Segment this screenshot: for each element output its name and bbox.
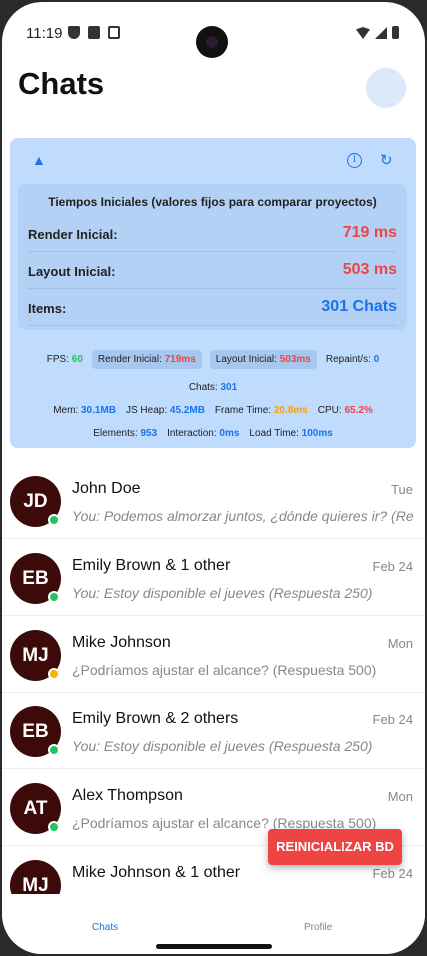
timing-label: Render Inicial: (28, 227, 118, 242)
status-time: 11:19 (26, 25, 63, 42)
page-title: Chats (18, 66, 105, 101)
chat-name: Emily Brown & 1 other (72, 557, 231, 574)
chat-preview: You: Podemos almorzar juntos, ¿dónde qui… (72, 508, 414, 524)
reset-database-button[interactable]: REINICIALIZAR BD (268, 829, 402, 865)
app-screen: 11:19 Chats ▲ i ↻ Tiempos Iniciales (val… (2, 2, 425, 954)
timing-value: 301 Chats (321, 298, 397, 315)
collapse-icon[interactable]: ▲ (32, 152, 46, 168)
timing-label: Items: (28, 301, 67, 316)
shield-icon (68, 26, 80, 39)
loadtime-metric: Load Time: 100ms (249, 428, 333, 439)
chat-time: Mon (387, 636, 413, 651)
timing-value: 503 ms (342, 261, 397, 278)
timing-row-items: Items: 301 Chats (28, 290, 397, 326)
timing-card-title: Tiempos Iniciales (valores fijos para co… (48, 195, 377, 209)
profile-avatar[interactable] (366, 68, 406, 108)
chat-name: Mike Johnson & 1 other (72, 864, 241, 881)
layout-metric: Layout Inicial: 503ms (209, 350, 317, 369)
chat-name: Mike Johnson (72, 634, 171, 651)
chat-time: Feb 24 (372, 866, 413, 881)
tab-chats[interactable]: Chats (92, 922, 118, 933)
status-icons-right (356, 26, 399, 39)
memory-metric: Mem: 30.1MB (53, 405, 116, 416)
presence-indicator (48, 514, 60, 526)
cpu-metric: CPU: 65.2% (317, 405, 373, 416)
metrics-row-3: Mem: 30.1MB JS Heap: 45.2MB Frame Time: … (10, 405, 416, 416)
chat-list-item[interactable]: EB Emily Brown & 1 other Feb 24 You: Est… (2, 539, 425, 616)
chat-name: Emily Brown & 2 others (72, 710, 239, 727)
metrics-row-4: Elements: 953 Interaction: 0ms Load Time… (10, 428, 416, 439)
timing-label: Layout Inicial: (28, 264, 116, 279)
notification-icon (108, 26, 120, 39)
refresh-icon[interactable]: ↻ (380, 151, 393, 169)
chat-name: John Doe (72, 480, 141, 497)
chat-list-item[interactable]: EB Emily Brown & 2 others Feb 24 You: Es… (2, 692, 425, 769)
presence-indicator (48, 591, 60, 603)
camera-cutout (196, 26, 228, 58)
metrics-row-1: FPS: 60 Render Inicial: 719ms Layout Ini… (10, 350, 416, 369)
timing-row-render: Render Inicial: 719 ms (28, 216, 397, 252)
chat-preview: You: Estoy disponible el jueves (Respues… (72, 585, 373, 601)
presence-indicator (48, 821, 60, 833)
chat-time: Feb 24 (372, 559, 413, 574)
device-frame: 11:19 Chats ▲ i ↻ Tiempos Iniciales (val… (0, 0, 427, 956)
timing-value: 719 ms (342, 224, 397, 241)
chat-preview: You: Estoy disponible el jueves (Respues… (72, 738, 373, 754)
sd-card-icon (88, 26, 100, 39)
tab-profile[interactable]: Profile (304, 922, 332, 933)
repaint-metric: Repaint/s: 0 (325, 354, 380, 365)
presence-indicator (48, 744, 60, 756)
wifi-icon (356, 27, 370, 39)
presence-indicator (48, 668, 60, 680)
jsheap-metric: JS Heap: 45.2MB (125, 405, 205, 416)
elements-metric: Elements: 953 (93, 428, 158, 439)
chat-name: Alex Thompson (72, 787, 183, 804)
chats-metric: Chats: 301 (188, 382, 238, 393)
signal-icon (375, 27, 387, 39)
timing-row-layout: Layout Inicial: 503 ms (28, 253, 397, 289)
render-metric: Render Inicial: 719ms (91, 350, 202, 369)
home-indicator[interactable] (156, 944, 272, 949)
status-icons-left (68, 26, 120, 39)
chat-list-item[interactable]: JD John Doe Tue You: Podemos almorzar ju… (2, 462, 425, 539)
bottom-nav: Chats Profile (2, 894, 425, 954)
metrics-row-2: Chats: 301 (10, 382, 416, 393)
initial-timings-card: Tiempos Iniciales (valores fijos para co… (18, 184, 407, 330)
chat-list-item[interactable]: MJ Mike Johnson Mon ¿Podríamos ajustar e… (2, 616, 425, 693)
chat-time: Tue (391, 482, 413, 497)
chat-time: Mon (387, 789, 413, 804)
frametime-metric: Frame Time: 20.8ms (214, 405, 308, 416)
status-bar: 11:19 (2, 2, 425, 62)
chat-preview: ¿Podríamos ajustar el alcance? (Respuest… (72, 662, 377, 678)
chat-time: Feb 24 (372, 712, 413, 727)
battery-icon (392, 26, 399, 39)
avatar: MJ (10, 860, 61, 894)
fps-metric: FPS: 60 (46, 354, 83, 365)
interaction-metric: Interaction: 0ms (167, 428, 240, 439)
performance-panel: ▲ i ↻ Tiempos Iniciales (valores fijos p… (10, 138, 416, 448)
info-icon[interactable]: i (347, 153, 362, 168)
